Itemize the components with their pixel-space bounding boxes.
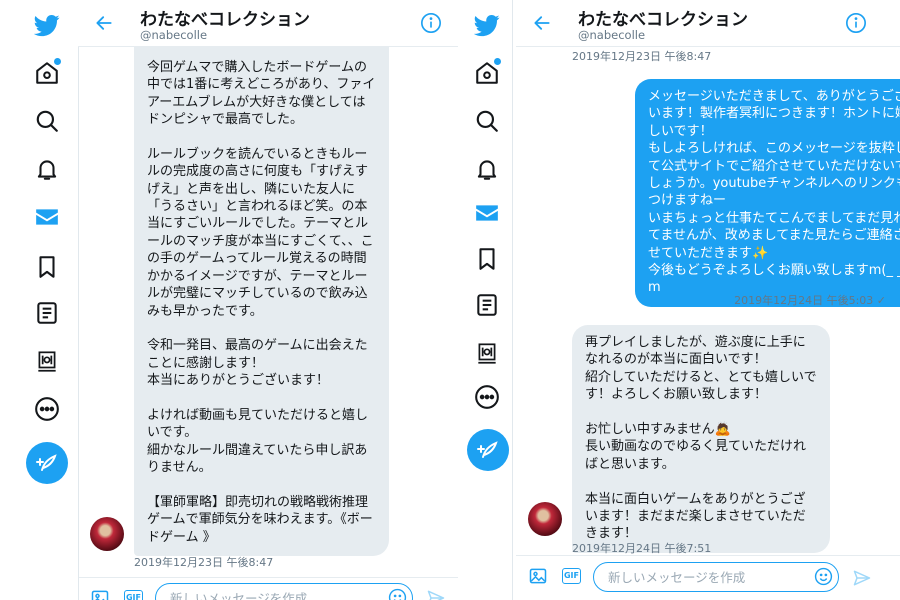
app-icon[interactable] bbox=[474, 340, 500, 366]
avatar[interactable] bbox=[90, 517, 124, 551]
send-icon[interactable] bbox=[852, 568, 872, 588]
emoji-icon[interactable] bbox=[388, 588, 407, 600]
mail-icon[interactable] bbox=[474, 200, 500, 226]
list-icon[interactable] bbox=[474, 292, 500, 318]
message-bubble-sent[interactable]: メッセージいただきまして、ありがとうございます！製作者冥利につきます！ホントに嬉… bbox=[635, 79, 900, 307]
message-bubble-received[interactable]: 再プレイしましたが、遊ぶ度に上手になれるのが本当に面白いです！ 紹介していただけ… bbox=[572, 325, 830, 553]
notification-dot bbox=[54, 58, 61, 65]
conversation-panel: とても良きました。 今回ゲムマで購入したボードゲームの中では1番に考えどころがあ… bbox=[78, 0, 458, 600]
message-timestamp: 2019年12月23日 午後8:47 bbox=[572, 50, 712, 63]
compose-tweet-icon[interactable] bbox=[26, 442, 68, 484]
message-input-box bbox=[155, 583, 413, 600]
message-composer: GIF bbox=[78, 577, 458, 600]
conversation-panel: 2019年12月23日 午後8:47 メッセージいただきまして、ありがとうござい… bbox=[516, 0, 900, 600]
emoji-icon[interactable] bbox=[814, 567, 833, 586]
message-timestamp: 2019年12月24日 午後5:03 ✓ bbox=[734, 294, 886, 307]
message-bubble-received[interactable]: とても良きました。 今回ゲムマで購入したボードゲームの中では1番に考えどころがあ… bbox=[134, 15, 389, 557]
conversation-handle: @nabecolle bbox=[140, 28, 208, 42]
list-icon[interactable] bbox=[34, 300, 60, 326]
avatar[interactable] bbox=[528, 502, 562, 536]
bookmark-icon[interactable] bbox=[34, 254, 60, 280]
bookmark-icon[interactable] bbox=[474, 246, 500, 272]
conversation-header: わたなべコレクション @nabecolle bbox=[516, 0, 900, 47]
gif-icon[interactable]: GIF bbox=[562, 568, 581, 584]
bell-icon[interactable] bbox=[34, 156, 60, 182]
message-timestamp: 2019年12月24日 午後7:51 bbox=[572, 542, 712, 555]
twitter-logo-icon[interactable] bbox=[34, 12, 62, 40]
search-icon[interactable] bbox=[474, 108, 500, 134]
notification-dot bbox=[494, 58, 501, 65]
info-icon[interactable] bbox=[420, 12, 442, 34]
send-icon[interactable] bbox=[426, 588, 446, 600]
conversation-title: わたなべコレクション bbox=[140, 10, 310, 30]
back-arrow-icon[interactable] bbox=[94, 13, 114, 33]
back-arrow-icon[interactable] bbox=[532, 13, 552, 33]
app-icon[interactable] bbox=[34, 348, 60, 374]
compose-tweet-icon[interactable] bbox=[467, 429, 509, 471]
conversation-header: わたなべコレクション @nabecolle bbox=[78, 0, 458, 47]
mail-icon[interactable] bbox=[34, 204, 60, 230]
left-dm-window: とても良きました。 今回ゲムマで購入したボードゲームの中では1番に考えどころがあ… bbox=[0, 0, 458, 600]
message-composer: GIF bbox=[516, 555, 900, 600]
gif-icon[interactable]: GIF bbox=[124, 590, 143, 600]
conversation-handle: @nabecolle bbox=[578, 28, 646, 42]
info-icon[interactable] bbox=[845, 12, 867, 34]
message-timestamp: 2019年12月23日 午後8:47 bbox=[134, 556, 274, 569]
message-input-box bbox=[593, 562, 839, 592]
primary-nav bbox=[0, 0, 79, 600]
message-input[interactable] bbox=[606, 567, 810, 587]
bell-icon[interactable] bbox=[474, 156, 500, 182]
more-icon[interactable] bbox=[474, 384, 500, 410]
twitter-logo-icon[interactable] bbox=[474, 12, 502, 40]
more-icon[interactable] bbox=[34, 396, 60, 422]
image-icon[interactable] bbox=[90, 588, 110, 600]
conversation-title: わたなべコレクション bbox=[578, 10, 748, 30]
right-dm-window: 2019年12月23日 午後8:47 メッセージいただきまして、ありがとうござい… bbox=[462, 0, 900, 600]
image-icon[interactable] bbox=[528, 566, 548, 586]
search-icon[interactable] bbox=[34, 108, 60, 134]
primary-nav bbox=[462, 0, 513, 600]
message-input[interactable] bbox=[168, 588, 372, 600]
